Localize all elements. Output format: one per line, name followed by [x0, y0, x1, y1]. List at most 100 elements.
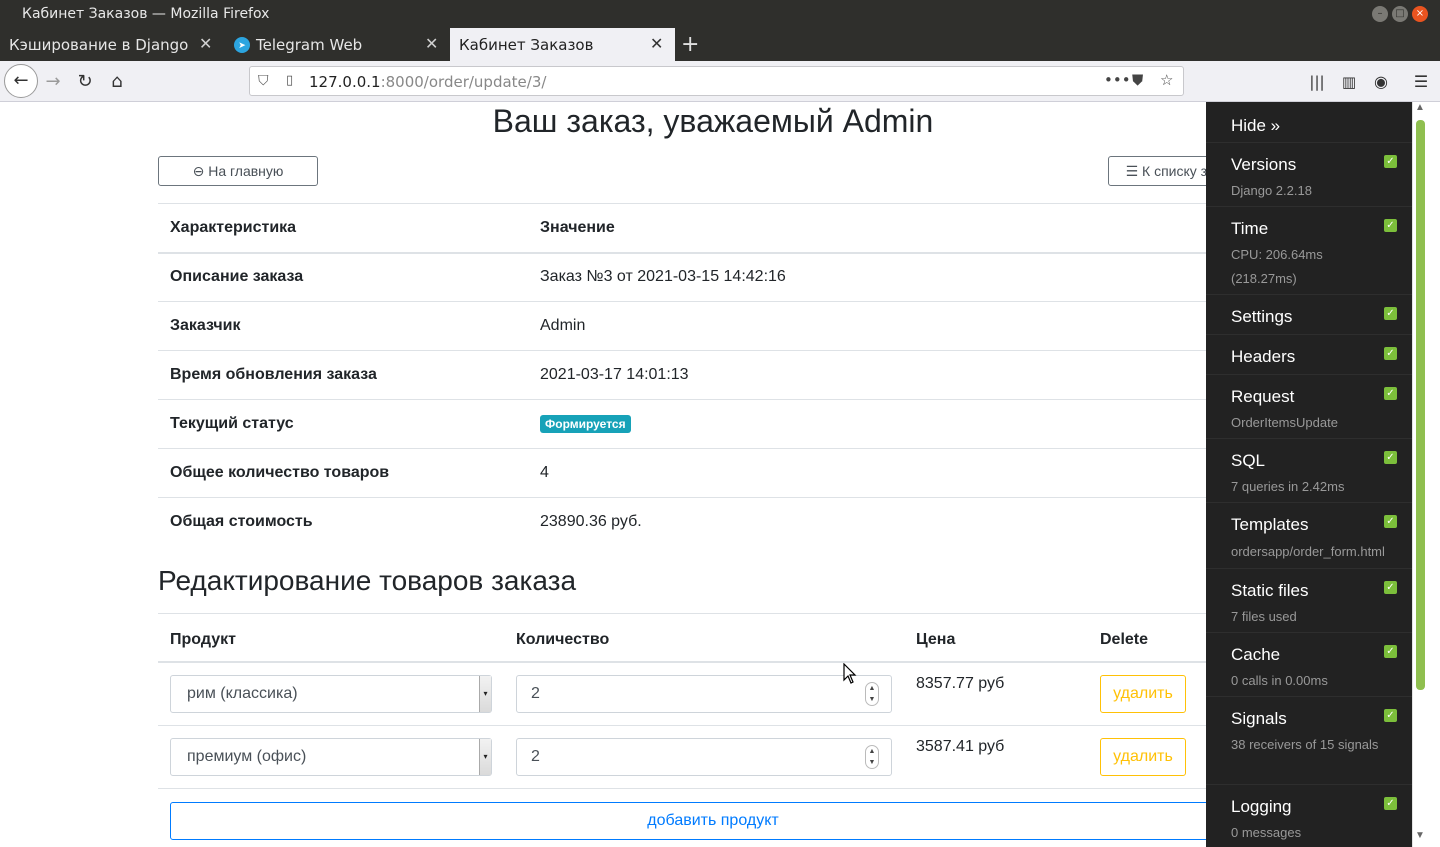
checkbox-icon[interactable]: ✓ [1384, 219, 1397, 232]
checkbox-icon[interactable]: ✓ [1384, 451, 1397, 464]
row-value: Формируется [528, 399, 1268, 449]
row-key: Общая стоимость [158, 497, 528, 547]
row-key: Общее количество товаров [158, 448, 528, 498]
product-select[interactable]: рим (классика) ▾ [170, 675, 492, 713]
scroll-up-icon[interactable]: ▲ [1415, 102, 1425, 113]
checkbox-icon[interactable]: ✓ [1384, 581, 1397, 594]
menu-icon[interactable]: ☰ [1406, 67, 1436, 97]
panel-templates[interactable]: Templates ordersapp/order_form.html ✓ [1206, 502, 1412, 568]
items-heading: Редактирование товаров заказа [158, 565, 577, 596]
quantity-input[interactable]: 2 ▲ ▼ [516, 675, 892, 713]
item-price: 8357.77 руб [916, 675, 1005, 692]
scroll-thumb[interactable] [1416, 120, 1425, 690]
page-scrollbar[interactable]: ▲ ▼ [1412, 102, 1440, 847]
row-value: 23890.36 руб. [528, 497, 1268, 547]
debug-toolbar: Hide » Versions Django 2.2.18 ✓ Time CPU… [1206, 102, 1412, 847]
home-button[interactable]: ⊖ На главную [158, 156, 318, 186]
back-icon[interactable]: ← [4, 64, 38, 98]
hide-toolbar-button[interactable]: Hide » [1231, 116, 1280, 136]
item-row: рим (классика) ▾ 2 ▲ ▼ 8357.77 руб удалит… [158, 663, 1268, 726]
checkbox-icon[interactable]: ✓ [1384, 155, 1397, 168]
checkbox-icon[interactable]: ✓ [1384, 645, 1397, 658]
url-bar[interactable]: ⛉ ▯ 127.0.0.1:8000/order/update/3/ ••• ⛊… [249, 66, 1184, 96]
window-controls: – □ × [1372, 6, 1428, 22]
row-value: Заказ №3 от 2021-03-15 14:42:16 [528, 252, 1268, 302]
checkbox-icon[interactable]: ✓ [1384, 387, 1397, 400]
item-price: 3587.41 руб [916, 738, 1005, 755]
tab-telegram[interactable]: Telegram Web ✕ [225, 28, 450, 61]
minimize-icon[interactable]: – [1372, 6, 1388, 22]
url-text[interactable]: 127.0.0.1:8000/order/update/3/ [309, 73, 546, 91]
delete-button[interactable]: удалить [1100, 675, 1186, 713]
tab-bar: Кэширование в Django ✕ Telegram Web ✕ Ка… [0, 28, 1440, 61]
table-row: Описание заказа Заказ №3 от 2021-03-15 1… [158, 252, 1268, 302]
row-value: 2021-03-17 14:01:13 [528, 350, 1268, 400]
tab-close-icon[interactable]: ✕ [650, 34, 663, 53]
delete-button[interactable]: удалить [1100, 738, 1186, 776]
panel-cache[interactable]: Cache 0 calls in 0.00ms ✓ [1206, 632, 1412, 696]
reload-icon[interactable]: ↻ [70, 67, 100, 97]
panel-static-files[interactable]: Static files 7 files used ✓ [1206, 568, 1412, 632]
panel-signals[interactable]: Signals 38 receivers of 15 signals ✓ [1206, 696, 1412, 784]
status-badge: Формируется [540, 415, 631, 433]
checkbox-icon[interactable]: ✓ [1384, 347, 1397, 360]
items-table-header: Продукт Количество Цена Delete [158, 613, 1268, 663]
row-value: Admin [528, 301, 1268, 351]
quantity-stepper[interactable]: ▲ ▼ [865, 682, 879, 706]
nav-bar: ← → ↻ ⌂ ⛉ ▯ 127.0.0.1:8000/order/update/… [0, 61, 1440, 102]
forward-icon[interactable]: → [38, 67, 68, 97]
tab-orders-cabinet[interactable]: Кабинет Заказов ✕ [450, 28, 675, 61]
checkbox-icon[interactable]: ✓ [1384, 709, 1397, 722]
add-product-button[interactable]: добавить продукт [170, 802, 1256, 840]
mouse-cursor-icon [843, 663, 857, 684]
chevron-down-icon[interactable]: ▾ [479, 676, 491, 712]
pocket-icon[interactable]: ⛊ [1132, 71, 1143, 89]
page-title: Ваш заказ, уважаемый Admin [492, 103, 934, 139]
close-icon[interactable]: × [1412, 6, 1428, 22]
tab-close-icon[interactable]: ✕ [425, 34, 438, 53]
item-row: премиум (офис) ▾ 2 ▲ ▼ 3587.41 руб удалит… [158, 726, 1268, 789]
row-key: Время обновления заказа [158, 350, 528, 400]
table-row: Текущий статус Формируется [158, 399, 1268, 449]
new-tab-icon[interactable]: + [681, 32, 699, 57]
page-content: Ваш заказ, уважаемый Admin ⊖ На главную … [0, 102, 1412, 847]
quantity-input[interactable]: 2 ▲ ▼ [516, 738, 892, 776]
table-header-row: Характеристика Значение [158, 203, 1268, 254]
panel-sql[interactable]: SQL 7 queries in 2.42ms ✓ [1206, 438, 1412, 502]
checkbox-icon[interactable]: ✓ [1384, 307, 1397, 320]
table-row: Общее количество товаров 4 [158, 448, 1268, 498]
checkbox-icon[interactable]: ✓ [1384, 797, 1397, 810]
chevron-down-icon[interactable]: ▾ [479, 739, 491, 775]
star-icon[interactable]: ☆ [1160, 71, 1173, 89]
panel-headers[interactable]: Headers ✓ [1206, 334, 1412, 374]
col-quantity: Количество [516, 631, 610, 648]
home-icon[interactable]: ⌂ [102, 67, 132, 97]
scroll-down-icon[interactable]: ▼ [1415, 830, 1425, 841]
product-select[interactable]: премиум (офис) ▾ [170, 738, 492, 776]
col-delete: Delete [1100, 631, 1149, 648]
col-price: Цена [916, 631, 956, 648]
tab-label: Кэширование в Django [9, 36, 189, 54]
header-value: Значение [528, 203, 1268, 254]
order-info-table: Характеристика Значение Описание заказа … [158, 203, 1268, 547]
tab-close-icon[interactable]: ✕ [199, 34, 212, 53]
panel-settings[interactable]: Settings ✓ [1206, 294, 1412, 334]
list-icon: ☰ [1125, 163, 1139, 179]
checkbox-icon[interactable]: ✓ [1384, 515, 1397, 528]
page-icon[interactable]: ▯ [286, 72, 293, 88]
tab-label: Telegram Web [256, 36, 363, 54]
quantity-stepper[interactable]: ▲ ▼ [865, 745, 879, 769]
library-icon[interactable]: ||| [1302, 67, 1332, 97]
account-icon[interactable]: ◉ [1366, 67, 1396, 97]
more-icon[interactable]: ••• [1104, 71, 1131, 89]
row-key: Описание заказа [158, 252, 528, 302]
tab-caching-django[interactable]: Кэширование в Django ✕ [0, 28, 225, 61]
shield-icon[interactable]: ⛉ [258, 72, 269, 89]
maximize-icon[interactable]: □ [1392, 6, 1408, 22]
row-key: Заказчик [158, 301, 528, 351]
panel-logging[interactable]: Logging 0 messages ✓ [1206, 784, 1412, 847]
panel-time[interactable]: Time CPU: 206.64ms (218.27ms) ✓ [1206, 206, 1412, 294]
panel-versions[interactable]: Versions Django 2.2.18 ✓ [1206, 142, 1412, 206]
panel-request[interactable]: Request OrderItemsUpdate ✓ [1206, 374, 1412, 438]
sidebar-icon[interactable]: ▥ [1334, 67, 1364, 97]
